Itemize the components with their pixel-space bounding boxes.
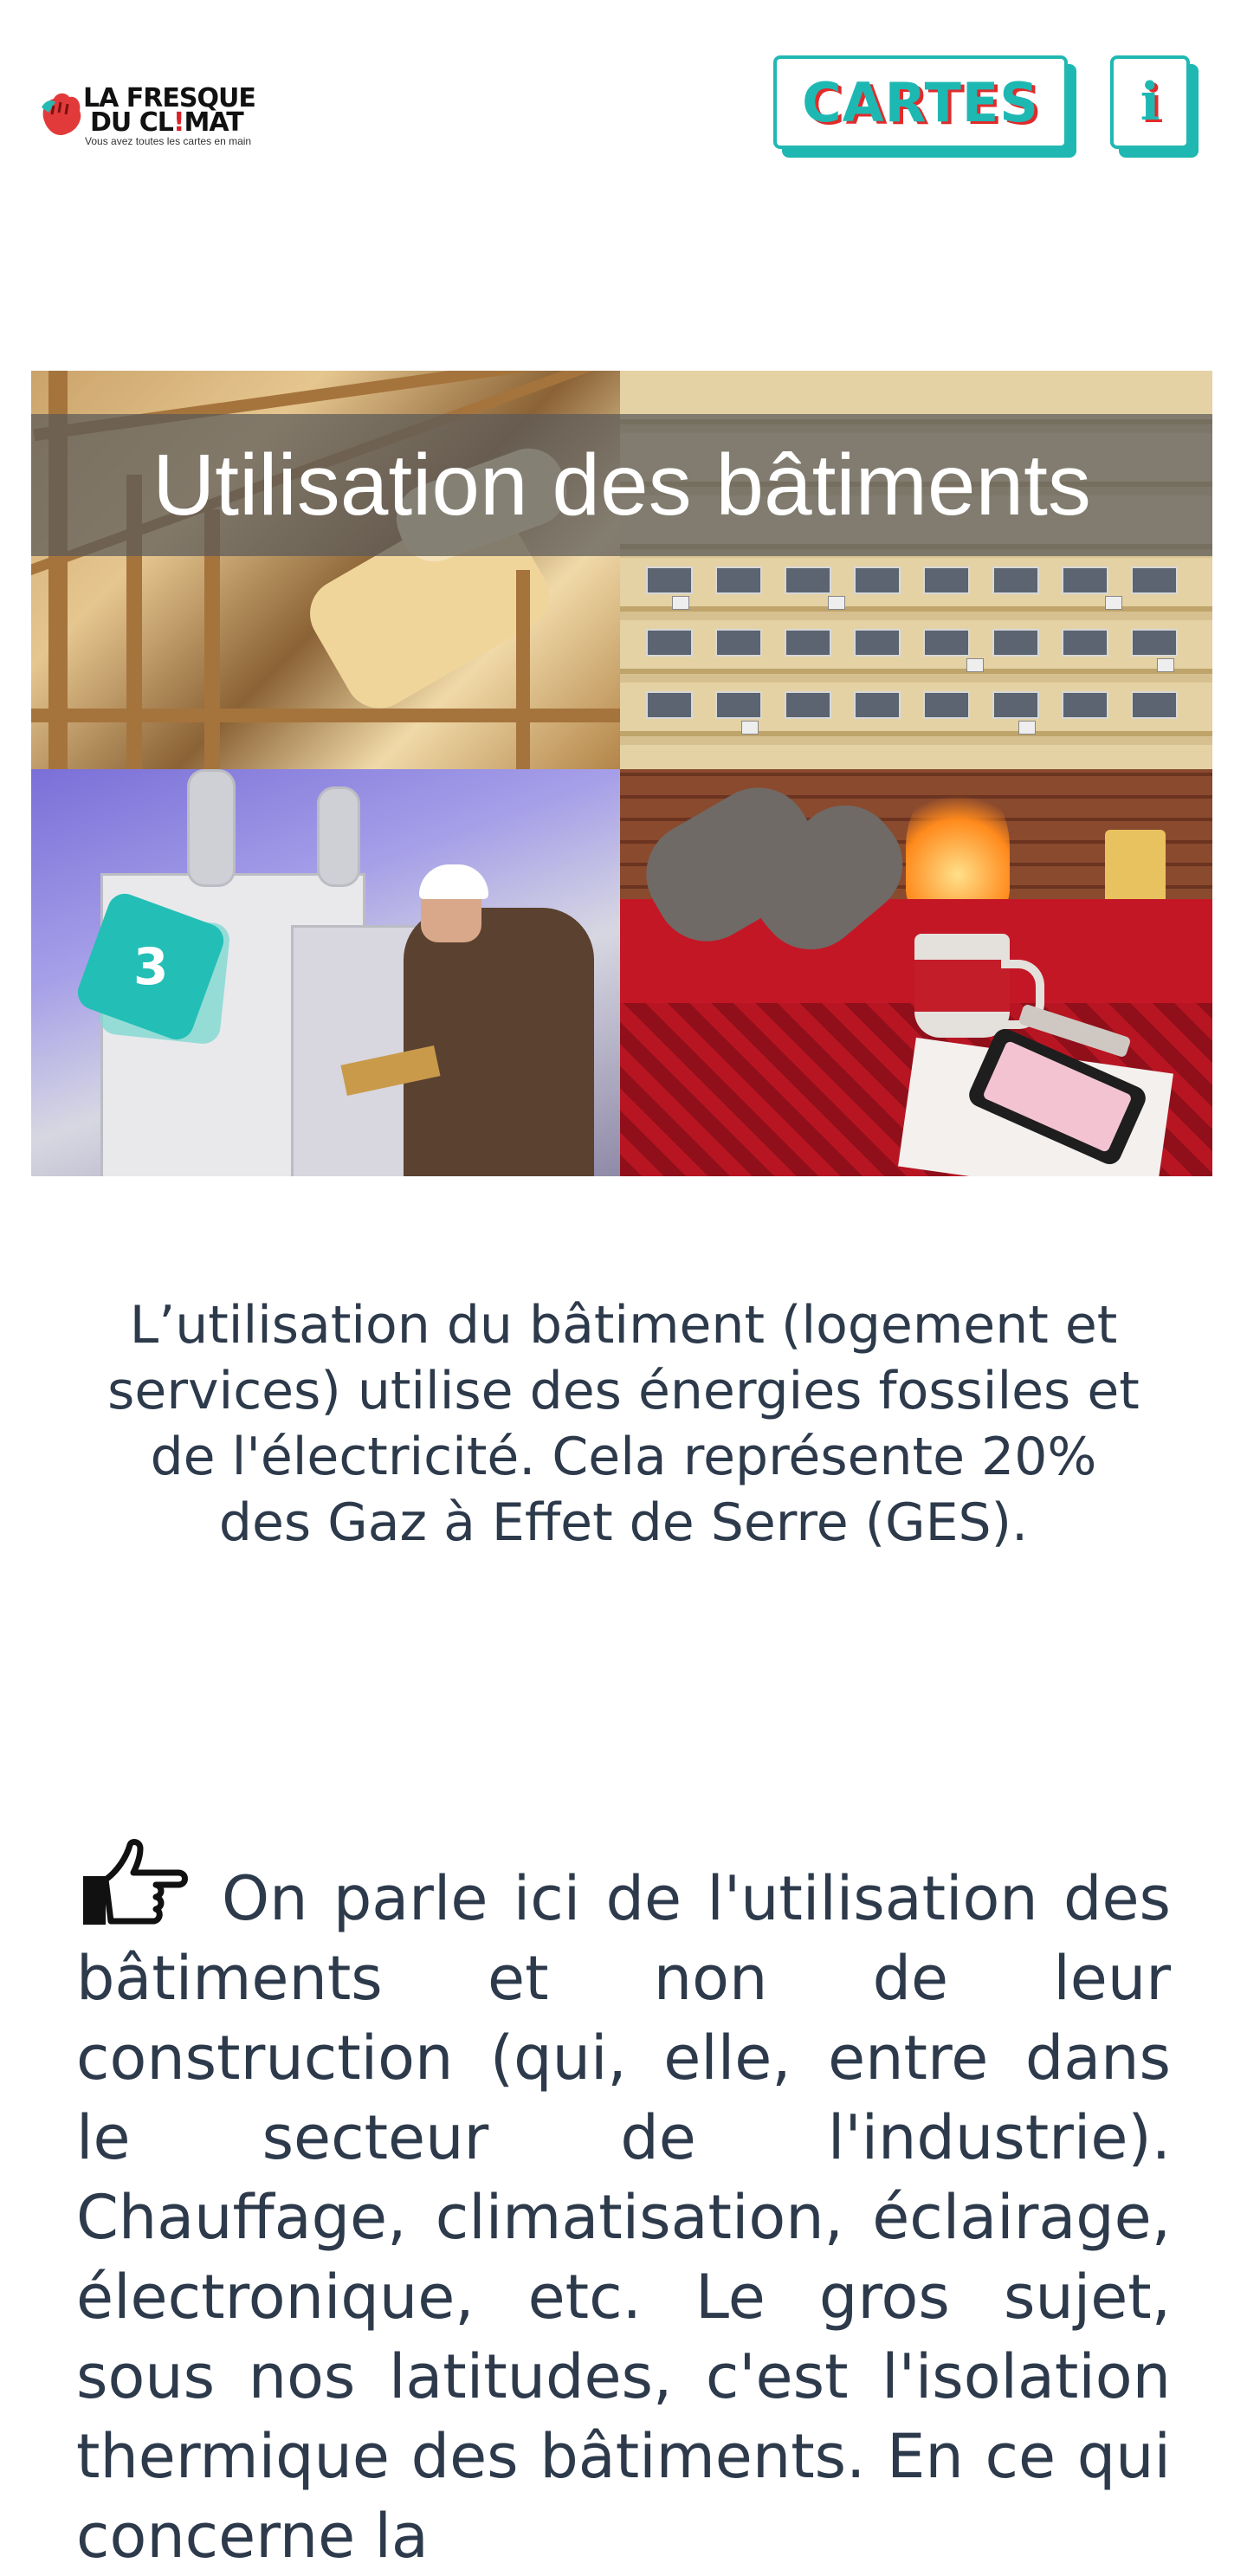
image-cozy-home [620, 769, 1212, 1176]
info-button[interactable]: i [1110, 55, 1190, 149]
cartes-button[interactable]: CARTES [773, 55, 1068, 149]
hand-logo-icon [42, 93, 81, 135]
card-note: On parle ici de l'utilisation des bâtime… [76, 1838, 1171, 2576]
logo-tagline: Vous avez toutes les cartes en main [85, 135, 252, 147]
pointing-hand-icon [83, 1839, 188, 1925]
card-title: Utilisation des bâtiments [152, 436, 1091, 534]
logo-title-line2: DU CL!MAT [90, 107, 244, 138]
note-text: On parle ici de l'utilisation des bâtime… [76, 1863, 1171, 2572]
card-image: 3 Utilisation des bâtiments [31, 371, 1212, 1176]
logo[interactable]: LA FRESQUE DU CL!MAT Vous avez toutes le… [36, 81, 262, 159]
header: LA FRESQUE DU CL!MAT Vous avez toutes le… [0, 0, 1247, 199]
card-description: L’utilisation du bâtiment (logement et s… [107, 1295, 1140, 1553]
